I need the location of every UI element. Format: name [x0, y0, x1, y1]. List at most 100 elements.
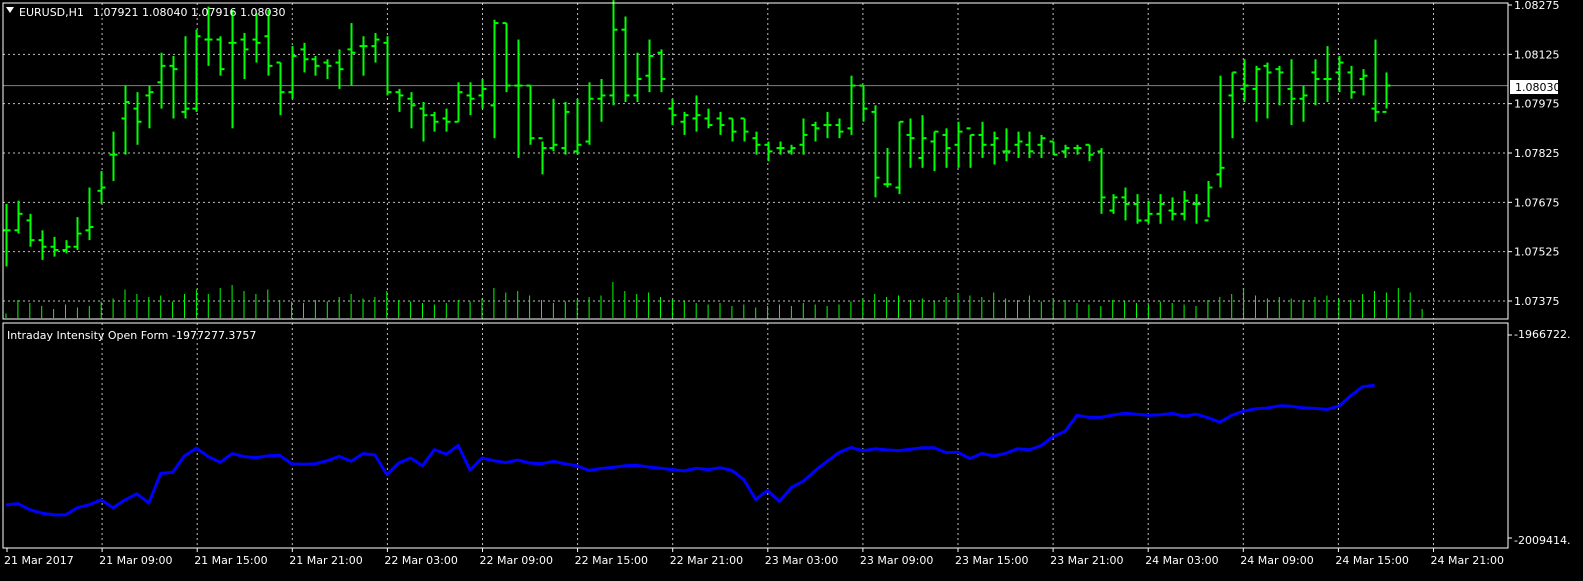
price-axis-label: 1.07975 [1514, 98, 1560, 111]
ohlc-bar [847, 75, 856, 135]
price-axis-label: 1.08275 [1514, 0, 1560, 12]
ohlc-bar [1287, 59, 1296, 126]
time-axis-label: 21 Mar 2017 [4, 554, 74, 567]
indicator-axis-top: -1966722. [1514, 328, 1570, 341]
ohlc-bar [335, 49, 344, 89]
ohlc-bar [1180, 190, 1189, 221]
time-axis-label: 24 Mar 15:00 [1335, 554, 1408, 567]
ohlc-bar [157, 52, 166, 109]
ohlc-bar [633, 52, 642, 103]
ohlc-bar [276, 61, 285, 116]
chart-window: 1.08275 1.08125 1.07975 1.07825 1.07675 1.075… [0, 0, 1583, 577]
indicator-panel-frame [2, 322, 1509, 549]
ohlc-bar [1347, 65, 1356, 99]
ohlc-bar [181, 36, 190, 119]
current-price-tag-text: 1.08030 [1515, 81, 1561, 94]
ohlc-bar [514, 39, 523, 158]
ohlc-bar [311, 55, 320, 76]
ohlc-bar [799, 118, 808, 155]
grid [3, 3, 1508, 548]
ohlc-bar [1014, 131, 1023, 158]
ohlc-bar [133, 92, 142, 145]
time-axis-label: 24 Mar 03:00 [1145, 554, 1218, 567]
price-bars [2, 0, 1391, 267]
ohlc-bar [692, 95, 701, 132]
symbol-header[interactable]: EURUSD,H1 1.07921 1.08040 1.07916 1.0803… [6, 6, 285, 19]
ohlc-bar [1263, 62, 1272, 119]
ohlc-bar [1382, 72, 1391, 113]
ohlc-bar [990, 131, 999, 165]
ohlc-bar [621, 16, 630, 103]
time-axis-label: 21 Mar 15:00 [194, 554, 267, 567]
ohlc-bar [395, 88, 404, 112]
time-axis-label: 22 Mar 09:00 [480, 554, 553, 567]
ohlc-bar [883, 148, 892, 188]
ohlc-bar [668, 98, 677, 126]
time-axis-label: 22 Mar 21:00 [670, 554, 743, 567]
ohlc-bar [1049, 140, 1058, 156]
time-axis-label: 23 Mar 15:00 [955, 554, 1028, 567]
intraday-intensity-line [5, 383, 1375, 517]
ohlc-bar [1371, 39, 1380, 122]
ohlc-bar [1121, 187, 1130, 221]
ohlc-bar [454, 82, 463, 123]
ohlc-bar [73, 217, 82, 251]
time-axis-label: 24 Mar 09:00 [1240, 554, 1313, 567]
ohlc-bar [740, 117, 749, 142]
price-axis-label: 1.08125 [1514, 48, 1560, 61]
ohlc-bar [1359, 69, 1368, 96]
indicator-plot [5, 383, 1375, 517]
time-axis-label: 22 Mar 03:00 [384, 554, 457, 567]
ohlc-bar [1216, 75, 1225, 188]
time-axis-label: 22 Mar 15:00 [575, 554, 648, 567]
symbol-label: EURUSD,H1 [19, 6, 84, 19]
ohlc-bar [359, 36, 368, 76]
main-panel-frame [2, 2, 1509, 320]
ohlc-bar [1037, 134, 1046, 158]
ohlc-bar [966, 127, 975, 168]
ohlc-bar [752, 131, 761, 155]
time-axis-label: 23 Mar 09:00 [860, 554, 933, 567]
ohlc-bar [573, 98, 582, 155]
price-axis-label: 1.07525 [1514, 246, 1560, 259]
ohlc-bar [300, 42, 309, 73]
ohlc-bar [50, 236, 59, 257]
ohlc-bar [835, 118, 844, 139]
ohlc-bar [121, 85, 130, 155]
volume-histogram [5, 282, 1423, 318]
ohlc-bar [561, 102, 570, 155]
triangle-down-icon[interactable] [6, 7, 14, 13]
ohlc-bar [1144, 200, 1153, 224]
indicator-label: Intraday Intensity Open Form -1977277.37… [7, 329, 256, 342]
ohlc-bar [216, 36, 225, 76]
current-price-tag: 1.08030 [1510, 80, 1561, 94]
ohlc-bar [1252, 65, 1261, 122]
time-axis-label: 21 Mar 09:00 [99, 554, 172, 567]
chart-canvas[interactable]: 1.08275 1.08125 1.07975 1.07825 1.07675 1.075… [0, 0, 1583, 577]
ohlc-bar [1156, 194, 1165, 224]
ohlc-bar [906, 118, 915, 168]
ohlc-bar [169, 55, 178, 119]
ohlc-bar [419, 102, 428, 142]
ohlc-bar [1025, 131, 1034, 158]
ohlc-bar [823, 111, 832, 139]
ohlc-bar [85, 187, 94, 241]
ohlc-bar [407, 92, 416, 129]
ohlc-bar [871, 105, 880, 198]
time-axis-label: 23 Mar 03:00 [765, 554, 838, 567]
ohlc-bar [240, 32, 249, 79]
ohlc-bar [764, 141, 773, 162]
ohlc-bar [716, 111, 725, 135]
ohlc-bar [26, 213, 35, 247]
price-axis-label: 1.07825 [1514, 147, 1560, 160]
ohlc-bar [430, 111, 439, 132]
ohlc-bar [680, 111, 689, 135]
ohlc-bar [2, 203, 11, 267]
ohlc-bar [609, 0, 618, 106]
ohlc-bar [1192, 194, 1201, 224]
ohlc-bar [1311, 59, 1320, 106]
ohlc-bar [895, 120, 904, 195]
time-axis-label: 24 Mar 21:00 [1431, 554, 1504, 567]
ohlc-bar [323, 59, 332, 79]
ohlc-bar [942, 128, 951, 168]
